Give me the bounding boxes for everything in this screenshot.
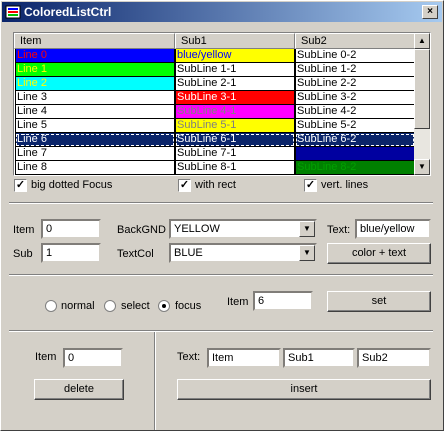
list-cell-sub1: SubLine 6-1 [175, 133, 295, 147]
insert-sub1-input[interactable]: Sub1 [283, 348, 355, 368]
list-cell-sub1: SubLine 8-1 [175, 161, 295, 175]
select-radio[interactable] [104, 300, 116, 312]
textcol-label: TextCol [117, 248, 154, 260]
list-cell-sub1: SubLine 7-1 [175, 147, 295, 161]
list-cell-item: Line 8 [15, 161, 175, 175]
list-row[interactable]: Line 4 SubLine 4-1 SubLine 4-2 [15, 105, 415, 119]
chevron-down-icon[interactable]: ▼ [299, 221, 315, 237]
list-row[interactable]: Line 1 SubLine 1-1 SubLine 1-2 [15, 63, 415, 77]
list-cell-sub2: SubLine 7-2 [295, 147, 415, 161]
check-icon: ✓ [15, 179, 26, 191]
separator-vertical [154, 332, 156, 430]
list-cell-sub1: SubLine 4-1 [175, 105, 295, 119]
list-cell-sub2: SubLine 6-2 [295, 133, 415, 147]
list-cell-sub1: SubLine 1-1 [175, 63, 295, 77]
list-cell-sub1: SubLine 2-1 [175, 77, 295, 91]
vert-lines-label: vert. lines [321, 179, 369, 191]
scroll-up-button[interactable]: ▲ [414, 33, 430, 49]
list-cell-sub1: blue/yellow [175, 49, 295, 63]
big-dotted-focus-checkbox[interactable]: ✓ [14, 179, 27, 192]
insert-text-label: Text: [177, 351, 201, 363]
vert-lines-checkbox[interactable]: ✓ [304, 179, 317, 192]
list-cell-sub2: SubLine 1-2 [295, 63, 415, 77]
color-text-input[interactable]: blue/yellow [355, 219, 431, 239]
window-title: ColoredListCtrl [24, 5, 112, 19]
list-cell-sub1: SubLine 5-1 [175, 119, 295, 133]
state-item-input[interactable]: 6 [253, 291, 313, 311]
scroll-thumb[interactable] [414, 49, 430, 129]
set-button[interactable]: set [327, 291, 431, 312]
list-cell-item: Line 4 [15, 105, 175, 119]
with-rect-checkbox[interactable]: ✓ [178, 179, 191, 192]
textcol-value: BLUE [174, 247, 203, 259]
column-header-sub1[interactable]: Sub1 [175, 33, 295, 49]
color-text-label: Text: [327, 224, 351, 236]
chevron-down-icon: ▼ [418, 162, 426, 171]
select-label: select [121, 300, 150, 312]
list-row[interactable]: Line 7 SubLine 7-1 SubLine 7-2 [15, 147, 415, 161]
color-sub-label: Sub [13, 248, 33, 260]
check-icon: ✓ [179, 179, 190, 191]
main-window: ColoredListCtrl × Item Sub1 Sub2 Line 0b… [0, 0, 444, 431]
with-rect-label: with rect [195, 179, 236, 191]
list-cell-sub2: SubLine 5-2 [295, 119, 415, 133]
list-cell-item: Line 3 [15, 91, 175, 105]
column-header-sub2[interactable]: Sub2 [295, 33, 415, 49]
list-cell-sub2: SubLine 3-2 [295, 91, 415, 105]
delete-item-label: Item [35, 351, 57, 363]
color-text-button[interactable]: color + text [327, 243, 431, 264]
list-cell-sub2: SubLine 2-2 [295, 77, 415, 91]
list-row[interactable]: Line 2 SubLine 2-1 SubLine 2-2 [15, 77, 415, 91]
close-button[interactable]: × [422, 5, 438, 19]
list-row[interactable]: Line 8 SubLine 8-1 SubLine 8-2 [15, 161, 415, 175]
list-cell-item: Line 1 [15, 63, 175, 77]
list-row[interactable]: Line 0 blue/yellow SubLine 0-2 [15, 49, 415, 63]
list-row[interactable]: Line 5 SubLine 5-1 SubLine 5-2 [15, 119, 415, 133]
list-row[interactable]: Line 3 SubLine 3-1 SubLine 3-2 [15, 91, 415, 105]
insert-item-input[interactable]: Item [207, 348, 281, 368]
list-row[interactable]: Line 6 SubLine 6-1 SubLine 6-2 [15, 133, 415, 147]
column-header-item[interactable]: Item [14, 33, 175, 49]
list-cell-item: Line 0 [15, 49, 175, 63]
check-icon: ✓ [305, 179, 316, 191]
color-item-label: Item [13, 224, 35, 236]
insert-button[interactable]: insert [177, 379, 431, 400]
color-item-input[interactable]: 0 [41, 219, 101, 239]
close-icon: × [427, 6, 433, 17]
normal-radio[interactable] [45, 300, 57, 312]
insert-sub2-input[interactable]: Sub2 [357, 348, 431, 368]
colored-list[interactable]: Item Sub1 Sub2 Line 0 blue/yellow SubLine … [13, 32, 431, 176]
title-bar[interactable]: ColoredListCtrl × [2, 2, 442, 22]
textcol-select[interactable]: BLUE ▼ [169, 243, 317, 263]
scroll-down-button[interactable]: ▼ [414, 159, 430, 175]
vertical-scrollbar[interactable]: ▲ ▼ [414, 33, 430, 175]
list-cell-item: Line 7 [15, 147, 175, 161]
list-cell-item: Line 6 [15, 133, 175, 147]
list-cell-item: Line 2 [15, 77, 175, 91]
chevron-down-icon[interactable]: ▼ [299, 245, 315, 261]
focus-radio[interactable] [158, 300, 170, 312]
list-cell-sub2: SubLine 0-2 [295, 49, 415, 63]
list-cell-sub1: SubLine 3-1 [175, 91, 295, 105]
separator [9, 330, 433, 332]
focus-label: focus [175, 300, 202, 312]
app-icon [5, 5, 21, 19]
backgnd-label: BackGND [117, 224, 166, 236]
delete-button[interactable]: delete [34, 379, 124, 400]
list-cell-sub2: SubLine 4-2 [295, 105, 415, 119]
list-cell-sub2: SubLine 8-2 [295, 161, 415, 175]
big-dotted-focus-label: big dotted Focus [31, 179, 113, 191]
separator [9, 274, 433, 276]
delete-item-input[interactable]: 0 [63, 348, 123, 368]
separator [9, 202, 433, 204]
backgnd-value: YELLOW [174, 223, 220, 235]
color-sub-input[interactable]: 1 [41, 243, 101, 263]
state-item-label: Item [227, 296, 249, 308]
list-cell-item: Line 5 [15, 119, 175, 133]
chevron-up-icon: ▲ [418, 36, 426, 45]
normal-label: normal [61, 300, 95, 312]
backgnd-select[interactable]: YELLOW ▼ [169, 219, 317, 239]
